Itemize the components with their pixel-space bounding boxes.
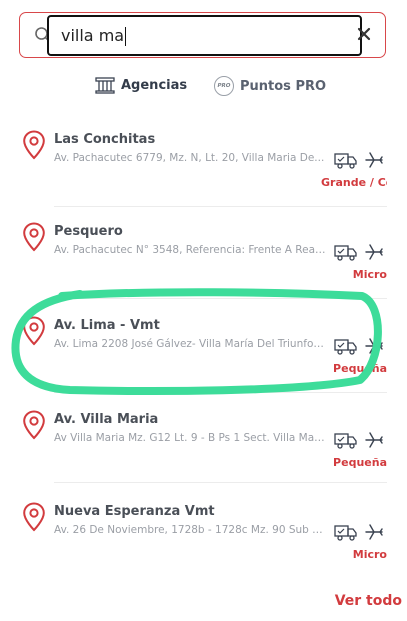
agency-name: Av. Villa Maria: [54, 412, 159, 427]
map-pin-icon: [23, 410, 45, 440]
text-caret: [125, 27, 127, 46]
tab-puntos-pro[interactable]: PRO Puntos PRO: [214, 76, 326, 96]
tab-agencias[interactable]: Agencias: [95, 76, 187, 94]
truck-icon: [334, 433, 357, 449]
building-icon: [95, 77, 115, 94]
agency-size-label: Micro: [352, 548, 387, 561]
agency-size-label: Pequeña: [333, 456, 387, 469]
truck-icon: [334, 153, 357, 169]
plane-icon: [365, 152, 383, 168]
tab-agencias-label: Agencias: [121, 77, 188, 93]
list-item[interactable]: Av. Villa Maria Av Villa Maria Mz. G12 L…: [0, 400, 407, 488]
map-pin-icon: [23, 222, 45, 252]
list-divider: [54, 206, 387, 207]
agency-address: Av. Pachacutec 6779, Mz. N, Lt. 20, Vill…: [54, 152, 325, 164]
plane-icon: [365, 432, 383, 448]
plane-icon: [365, 338, 383, 354]
list-item[interactable]: Av. Lima - Vmt Av. Lima 2208 José Gálvez…: [0, 306, 407, 394]
list-item[interactable]: Nueva Esperanza Vmt Av. 26 De Noviembre,…: [0, 492, 407, 580]
agency-address: Av. 26 De Noviembre, 1728b - 1728c Mz. 9…: [54, 524, 326, 536]
list-divider: [54, 392, 387, 393]
agency-name: Nueva Esperanza Vmt: [54, 504, 215, 519]
truck-icon: [334, 245, 357, 261]
close-icon[interactable]: [357, 27, 371, 41]
agency-size-label: Pequeña: [333, 362, 387, 375]
see-all-link[interactable]: Ver todo: [335, 593, 402, 609]
agency-name: Pesquero: [54, 224, 123, 239]
search-input[interactable]: villa ma: [47, 15, 362, 56]
map-pin-icon: [23, 316, 45, 346]
truck-icon: [334, 339, 357, 355]
list-item[interactable]: Pesquero Av. Pachacutec N° 3548, Referen…: [0, 212, 407, 300]
map-pin-icon: [23, 502, 45, 532]
tab-puntos-pro-label: Puntos PRO: [240, 78, 327, 94]
agency-name: Av. Lima - Vmt: [54, 318, 160, 333]
agency-address: Av. Pachacutec N° 3548, Referencia: Fren…: [54, 244, 326, 256]
search-input-value: villa ma: [61, 26, 125, 45]
agency-size-label: Grande / Co: [321, 176, 387, 189]
list-divider: [54, 298, 387, 299]
plane-icon: [365, 524, 383, 540]
map-pin-icon: [23, 130, 45, 160]
agency-address: Av. Lima 2208 José Gálvez- Villa María D…: [54, 338, 326, 350]
view-tabs: Agencias PRO Puntos PRO: [0, 76, 407, 98]
list-item[interactable]: Las Conchitas Av. Pachacutec 6779, Mz. N…: [0, 120, 407, 208]
truck-icon: [334, 525, 357, 541]
agency-size-label: Micro: [352, 268, 387, 281]
search-bar: villa ma: [19, 12, 386, 58]
pro-badge-icon: PRO: [214, 76, 234, 96]
agency-name: Las Conchitas: [54, 132, 156, 147]
agency-address: Av Villa Maria Mz. G12 Lt. 9 - B Ps 1 Se…: [54, 432, 326, 444]
plane-icon: [365, 244, 383, 260]
list-divider: [54, 482, 387, 483]
